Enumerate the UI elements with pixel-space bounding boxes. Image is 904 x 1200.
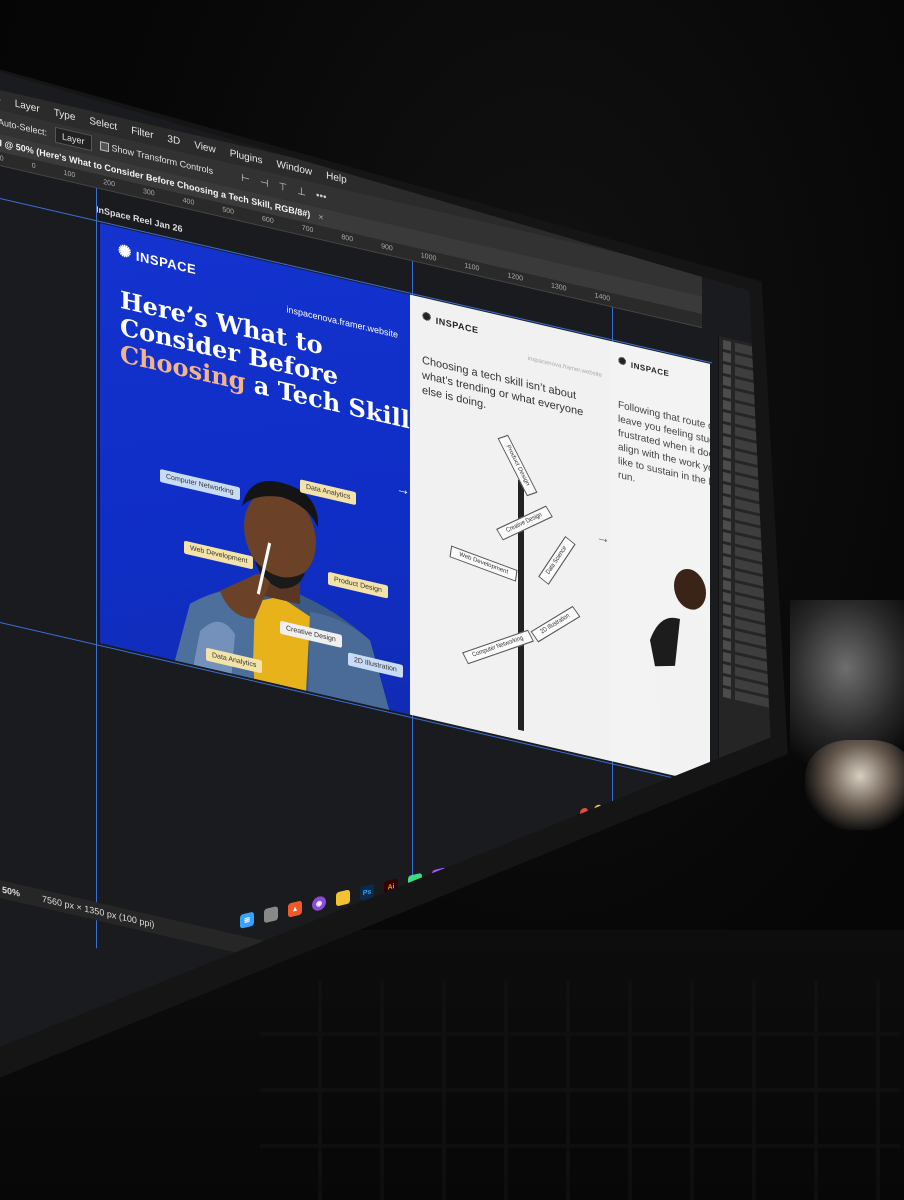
menu-item-filter[interactable]: Filter [131,125,153,141]
excel-icon[interactable] [600,828,614,846]
inspace-logo: ✺ INSPACE [618,355,670,379]
vertical-guide[interactable] [96,188,97,949]
ruler-mark: 500 [222,206,235,217]
menu-item-select[interactable]: Select [89,115,117,132]
slide-body-text: Following that route could leave you fee… [618,399,710,492]
align-middle-icon[interactable]: ⊥ [297,185,306,198]
photo-scene: age Layer Type Select Filter 3D View Plu… [0,0,904,1200]
ruler-mark: 0 [31,162,36,171]
hand-highlight [805,740,904,830]
artboard-slide-3[interactable]: ✺ INSPACE Following that route could lea… [610,340,710,784]
zoom-level[interactable]: 50% [2,884,20,898]
ruler-mark: 1200 [507,272,523,283]
ruler-mark: 200 [103,178,115,189]
monitor-screen: age Layer Type Select Filter 3D View Plu… [0,66,771,1055]
ruler-mark: 1300 [551,282,567,293]
asterisk-logo-icon: ✺ [422,310,432,325]
ruler-mark: 1100 [464,262,480,273]
menu-item-view[interactable]: View [194,139,216,155]
file-explorer-icon[interactable] [264,905,278,924]
keyboard-keys [260,980,900,1200]
logo-text: INSPACE [135,247,197,277]
slide-headline: Here’s What to Consider Before Choosing … [120,285,410,435]
menu-item-image[interactable]: age [0,91,1,106]
menu-item-3d[interactable]: 3D [167,133,180,147]
ruler-mark: 400 [182,197,195,207]
asterisk-logo-icon: ✺ [118,242,132,263]
ruler-mark: 300 [142,188,155,198]
ruler-mark: 800 [341,233,354,244]
align-left-icon[interactable]: ⊢ [241,172,250,185]
asterisk-logo-icon: ✺ [618,355,627,369]
ruler-mark: 700 [301,224,314,235]
more-options-icon[interactable]: ••• [316,189,327,202]
ruler-mark: 1000 [420,252,437,263]
arrow-right-icon: → [396,479,410,499]
arrow-right-icon: → [596,527,610,547]
logo-text: INSPACE [435,315,479,335]
signpost-illustration [518,479,524,731]
ruler-mark: 900 [381,242,393,253]
ruler-mark: 1400 [594,292,611,303]
ruler-mark: 200 [0,153,4,163]
inspace-logo: ✺ INSPACE [422,310,479,335]
checkbox-icon [99,141,109,153]
artboard-slide-1[interactable]: ✺ INSPACE inspacenova.framer.website Her… [100,223,410,715]
windows-start-icon[interactable]: ⊞ [240,911,254,929]
artboard-slide-2[interactable]: ✺ INSPACE inspacenova.framer.website Cho… [410,294,610,761]
menu-item-type[interactable]: Type [54,107,76,123]
document-dimensions: 7560 px × 1350 px (100 ppi) [42,893,155,930]
photoshop-window: age Layer Type Select Filter 3D View Plu… [0,85,771,1055]
brave-icon[interactable]: ▲ [288,900,302,918]
inspace-logo: ✺ INSPACE [118,242,197,277]
logo-text: INSPACE [630,360,670,379]
website-url: inspacenova.framer.website [527,355,602,379]
ruler-mark: 100 [63,169,76,180]
folder-icon[interactable] [336,889,350,907]
align-center-icon[interactable]: ⊣ [260,176,269,189]
align-top-icon[interactable]: ⊤ [279,181,288,194]
ruler-mark: 600 [262,215,274,226]
auto-select-label: Auto-Select: [0,116,48,138]
menu-item-layer[interactable]: Layer [15,98,40,115]
close-tab-icon[interactable]: × [318,211,323,222]
tor-icon[interactable]: ◉ [312,894,326,913]
person-photo [650,568,710,784]
